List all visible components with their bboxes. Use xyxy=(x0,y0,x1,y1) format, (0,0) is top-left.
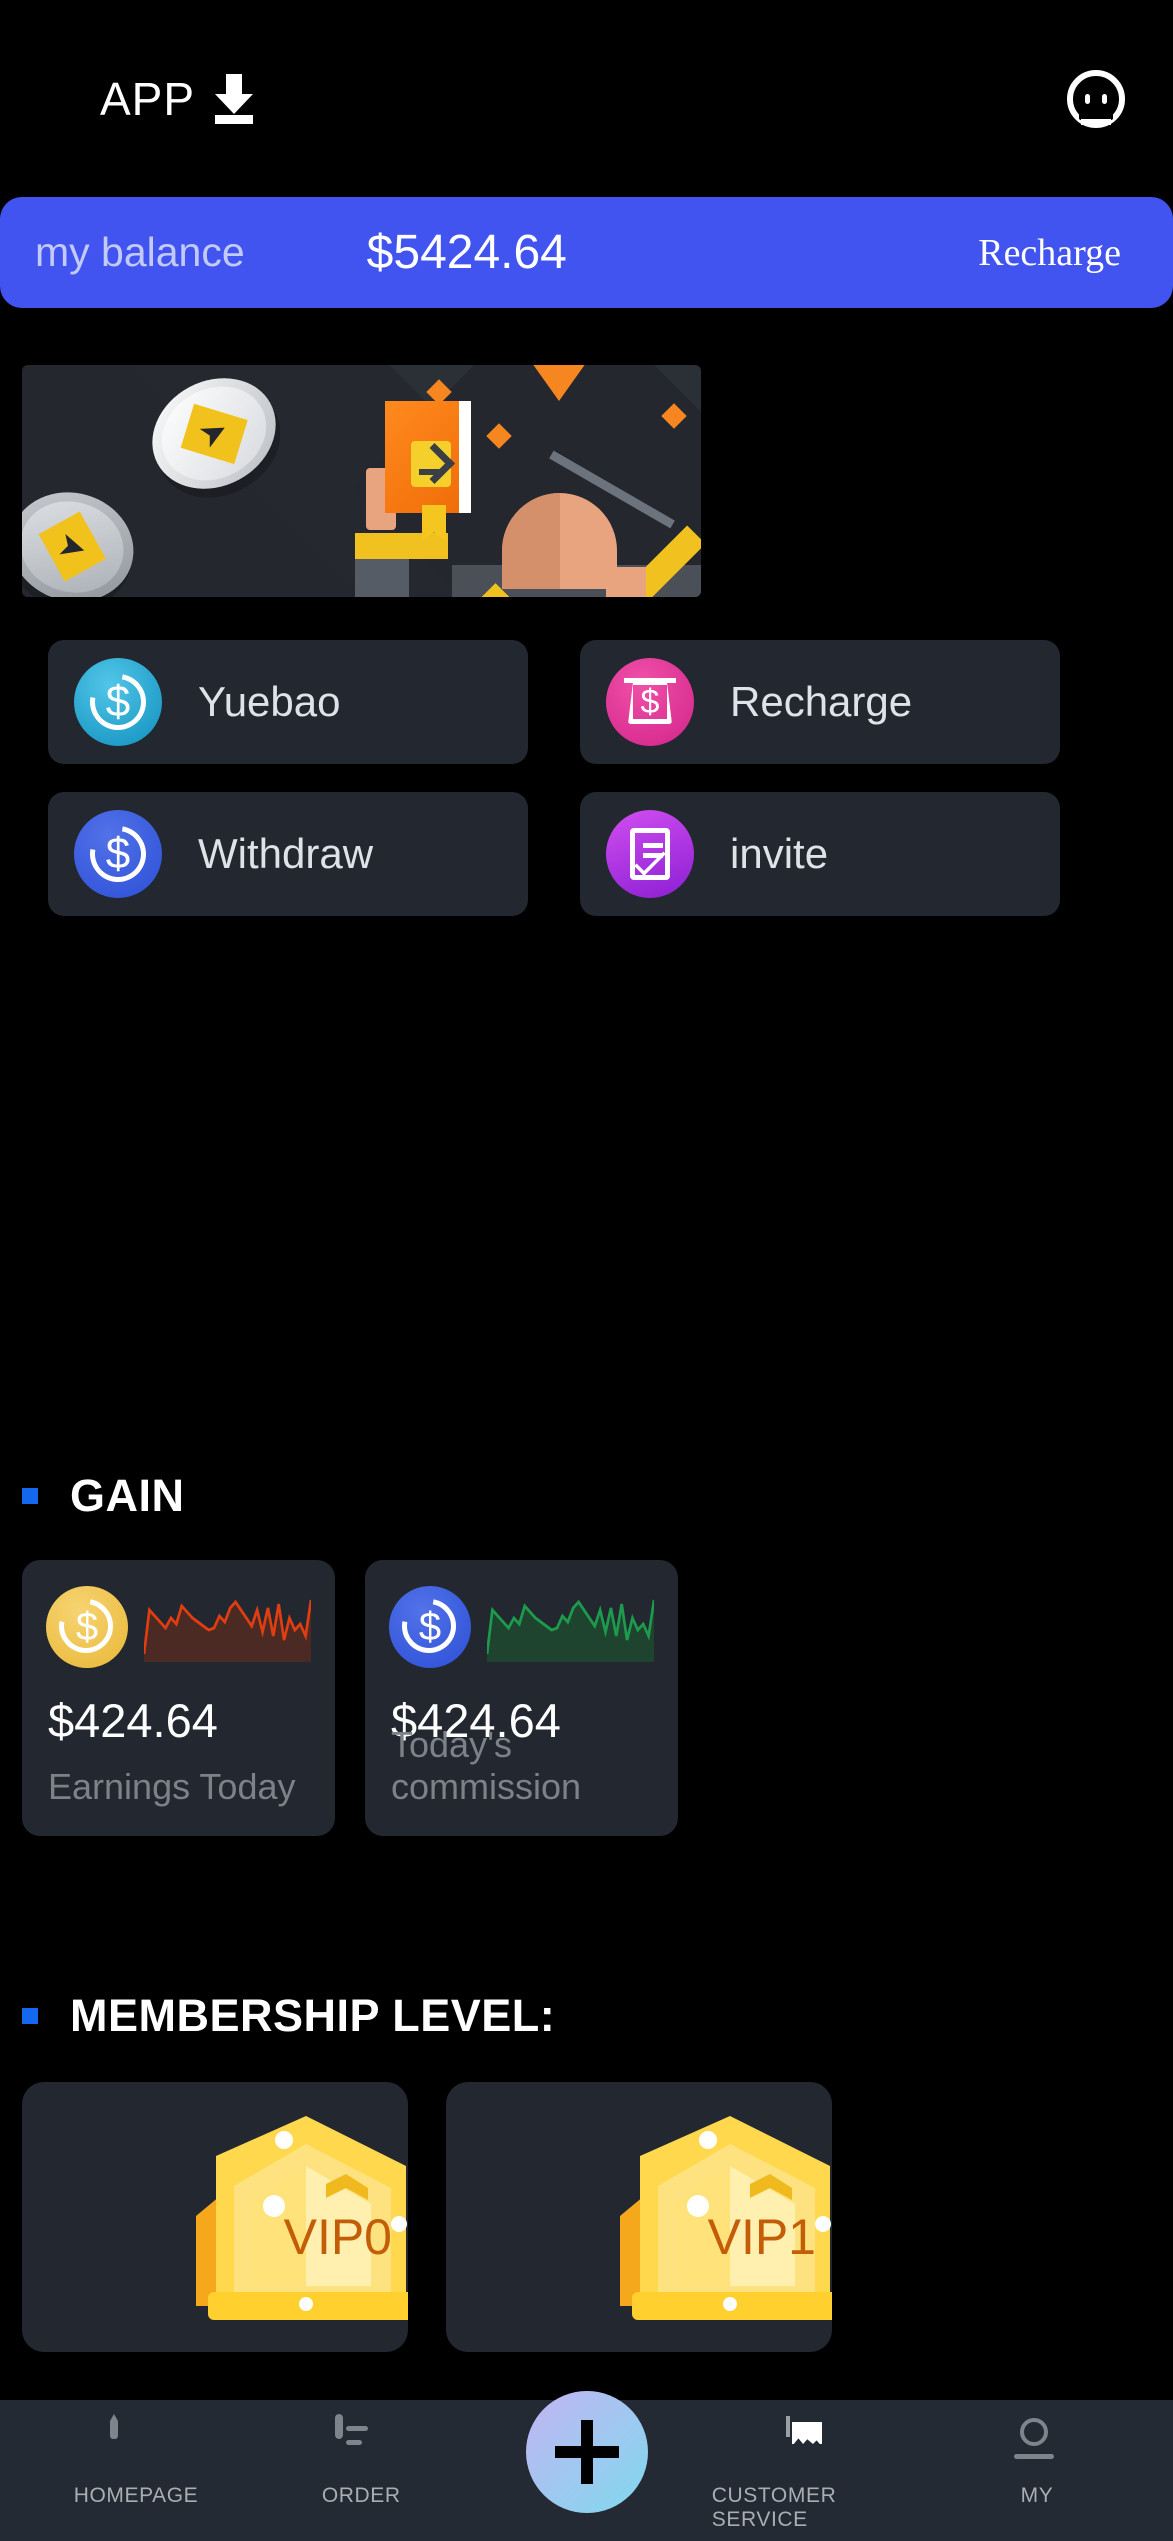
commission-sparkline xyxy=(487,1599,654,1662)
membership-card-vip1[interactable]: VIP1 xyxy=(446,2082,832,2352)
money-bag-icon: $ xyxy=(606,658,694,746)
banner-peach-square xyxy=(606,567,646,597)
banner-book-icon xyxy=(385,401,471,513)
plus-icon-vertical xyxy=(580,2420,593,2484)
section-bullet xyxy=(22,2008,38,2024)
membership-cards: VIP0 VIP1 xyxy=(0,2082,1173,2352)
nav-label: CUSTOMER SERVICE xyxy=(711,2484,837,2531)
coin-dollar-icon: $ xyxy=(46,1586,128,1668)
gain-card-earnings[interactable]: $ $424.64 Earnings Today xyxy=(22,1560,335,1836)
action-recharge[interactable]: $ Recharge xyxy=(580,640,1060,764)
person-icon xyxy=(1011,2418,1063,2470)
gain-value: $424.64 xyxy=(48,1694,218,1747)
broken-image-icon xyxy=(775,2416,838,2470)
gain-label: Today's commission xyxy=(391,1724,582,1807)
membership-title: MEMBERSHIP LEVEL: xyxy=(70,1990,556,2041)
membership-section-header: MEMBERSHIP LEVEL: xyxy=(0,1990,555,2042)
download-icon[interactable] xyxy=(211,73,257,124)
gain-label: Earnings Today xyxy=(48,1766,296,1807)
balance-bar: my balance $5424.64 Recharge xyxy=(0,197,1173,308)
action-invite[interactable]: invite xyxy=(580,792,1060,916)
action-label: Yuebao xyxy=(198,678,341,725)
vip-level-label: VIP1 xyxy=(707,2209,816,2265)
app-screen: APP my balance $5424.64 Recharge ➤ ➤ ➤ xyxy=(0,0,1173,2541)
app-label: APP xyxy=(100,72,196,125)
nav-label: HOMEPAGE xyxy=(73,2484,199,2507)
nav-item-homepage[interactable]: HOMEPAGE xyxy=(36,2414,236,2508)
bottom-navigation: HOMEPAGE ORDER CUSTOMER SERVICE MY xyxy=(0,2391,1173,2541)
action-yuebao[interactable]: $ Yuebao xyxy=(48,640,528,764)
action-withdraw[interactable]: $ Withdraw xyxy=(48,792,528,916)
nav-label: MY xyxy=(1020,2484,1054,2507)
nav-item-order[interactable]: ORDER xyxy=(261,2414,461,2508)
membership-card-vip0[interactable]: VIP0 xyxy=(22,2082,408,2352)
action-label: Withdraw xyxy=(198,830,374,877)
banner-figure-arm-upper xyxy=(355,557,409,597)
gain-title: GAIN xyxy=(70,1470,185,1521)
quick-actions: $ Yuebao $ Recharge $ Withdraw invite xyxy=(0,640,1173,944)
balance-label: my balance xyxy=(35,229,245,275)
gain-card-commission[interactable]: $ $424.64 Today's commission xyxy=(365,1560,678,1836)
gain-section-header: GAIN xyxy=(0,1470,185,1522)
add-button[interactable] xyxy=(525,2391,648,2513)
balance-amount: $5424.64 xyxy=(366,226,567,279)
action-label: Recharge xyxy=(730,678,913,725)
section-bullet xyxy=(22,1488,38,1504)
banner-figure-cuff xyxy=(355,533,448,559)
nav-item-my[interactable]: MY xyxy=(937,2418,1137,2508)
earnings-sparkline xyxy=(144,1599,311,1662)
envelope-icon xyxy=(606,810,694,898)
gain-cards: $ $424.64 Earnings Today $ $424.64 Today… xyxy=(0,1560,1173,1836)
top-bar: APP xyxy=(0,0,1173,197)
banner-orange-triangle xyxy=(532,365,586,401)
headset-icon[interactable] xyxy=(1067,69,1125,128)
nav-item-customer-service[interactable]: CUSTOMER SERVICE xyxy=(711,2416,912,2532)
promo-banner[interactable]: ➤ ➤ ➤ xyxy=(22,365,701,597)
nav-label: ORDER xyxy=(321,2484,401,2507)
coin-dollar-icon: $ xyxy=(74,810,162,898)
vip-level-label: VIP0 xyxy=(283,2209,392,2265)
home-icon xyxy=(110,2414,162,2470)
document-list-icon xyxy=(335,2414,387,2470)
coin-dollar-icon: $ xyxy=(389,1586,471,1668)
app-download-button[interactable]: APP xyxy=(100,72,257,126)
recharge-link[interactable]: Recharge xyxy=(978,231,1121,275)
coin-dollar-icon: $ xyxy=(74,658,162,746)
action-label: invite xyxy=(730,830,829,877)
